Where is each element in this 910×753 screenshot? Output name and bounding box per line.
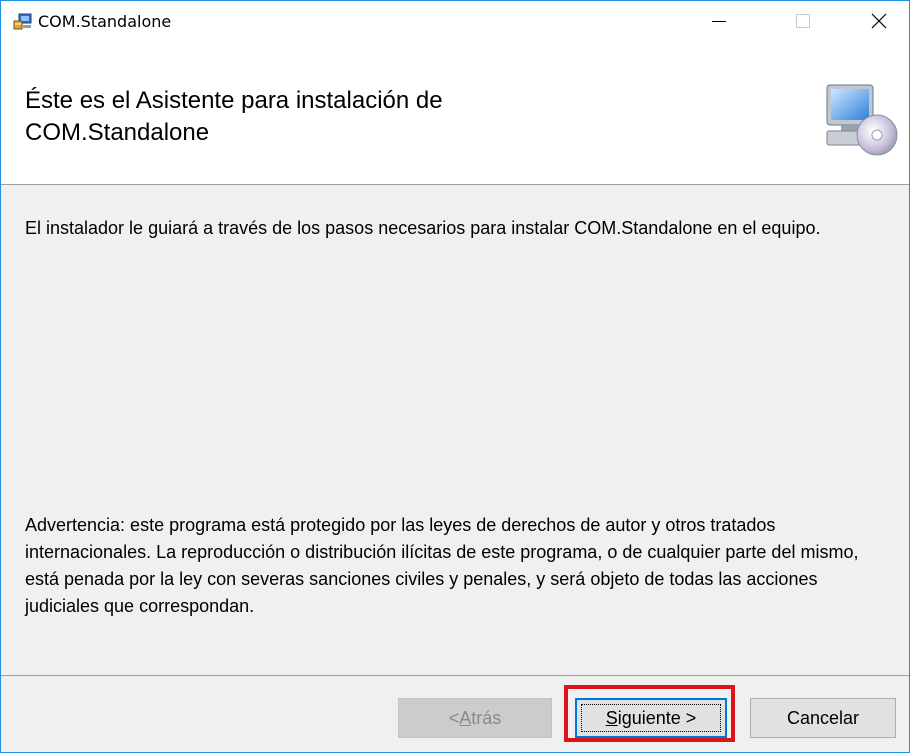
next-button[interactable]: Siguiente > — [575, 698, 727, 738]
window-title: COM.Standalone — [38, 12, 172, 31]
wizard-header: Éste es el Asistente para instalación de… — [1, 41, 909, 185]
maximize-button[interactable] — [780, 1, 826, 41]
wizard-title-line-1: Éste es el Asistente para instalación de — [25, 87, 443, 114]
installer-window: COM.Standalone Éste es el Asistente para… — [0, 0, 910, 753]
back-button[interactable]: < Atrás — [398, 698, 552, 738]
maximize-icon — [796, 14, 810, 28]
wizard-title: Éste es el Asistente para instalación de… — [25, 85, 785, 149]
close-button[interactable] — [856, 1, 902, 41]
wizard-content: El instalador le guiará a través de los … — [1, 185, 909, 640]
minimize-button[interactable] — [696, 1, 742, 41]
back-button-prefix: < — [448, 707, 460, 728]
close-icon — [871, 13, 887, 29]
back-button-label: trás — [471, 707, 502, 728]
wizard-footer: < Atrás Siguiente > Cancelar — [1, 675, 909, 752]
intro-text: El instalador le guiará a través de los … — [25, 218, 821, 238]
back-button-accelerator: A — [459, 707, 472, 728]
installer-app-icon — [13, 13, 33, 31]
focus-rectangle — [581, 704, 721, 732]
minimize-icon — [712, 21, 726, 22]
wizard-title-line-2: COM.Standalone — [25, 119, 210, 146]
copyright-warning-text: Advertencia: este programa está protegid… — [25, 515, 859, 616]
computer-cd-icon — [819, 81, 899, 161]
cancel-button[interactable]: Cancelar — [750, 698, 896, 738]
title-bar[interactable]: COM.Standalone — [1, 1, 909, 41]
